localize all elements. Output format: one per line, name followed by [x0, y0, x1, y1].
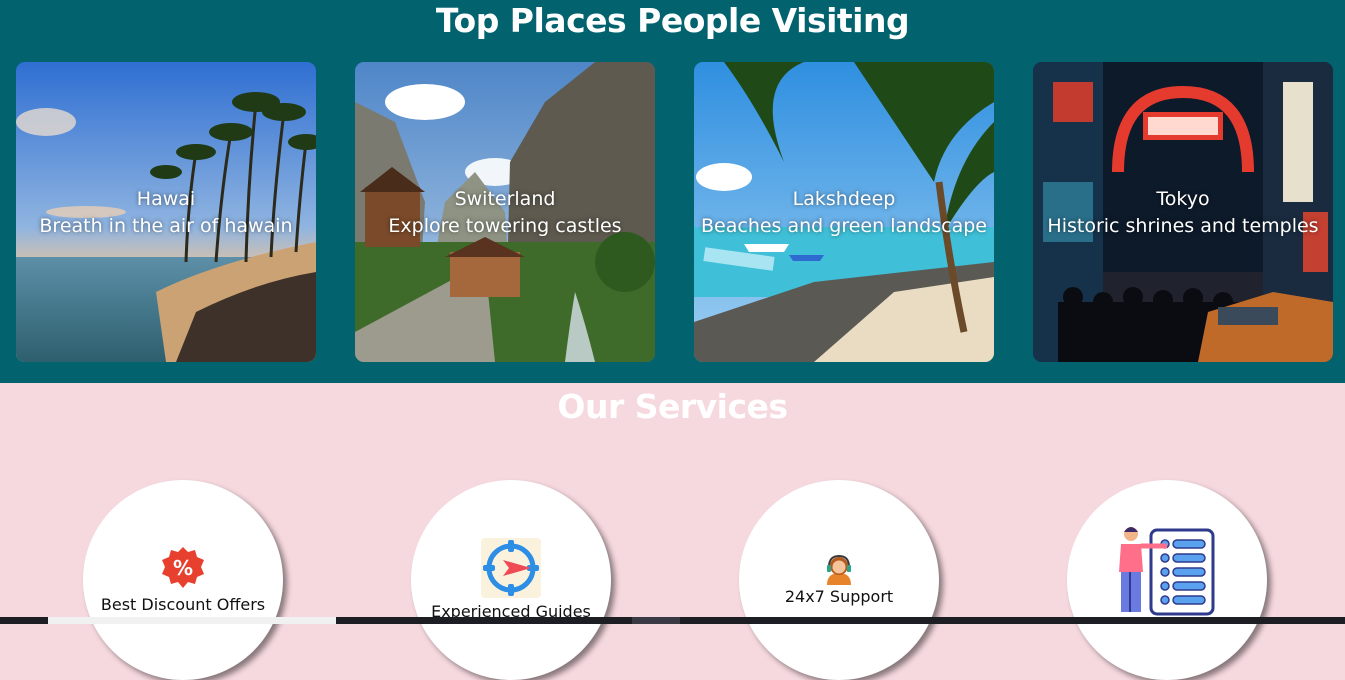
service-card-guides[interactable]: Experienced Guides: [411, 480, 611, 680]
tokyo-street-image: [1033, 62, 1333, 362]
place-description: Explore towering castles: [388, 215, 622, 237]
place-card-lakshdeep[interactable]: Lakshdeep Beaches and green landscape: [694, 62, 994, 362]
taskbar-window-thumbnail[interactable]: [48, 617, 336, 624]
compass-target-icon: [481, 538, 541, 598]
place-card-hawai[interactable]: Hawai Breath in the air of hawain: [16, 62, 316, 362]
place-card-tokyo[interactable]: Tokyo Historic shrines and temples: [1033, 62, 1333, 362]
top-places-heading: Top Places People Visiting: [435, 1, 910, 40]
place-name: Lakshdeep: [792, 188, 896, 210]
service-card-checklist[interactable]: [1067, 480, 1267, 680]
svg-text:%: %: [173, 556, 193, 580]
service-card-discount[interactable]: % Best Discount Offers: [83, 480, 283, 680]
place-name: Hawai: [136, 188, 196, 210]
our-services-heading: Our Services: [557, 387, 788, 426]
switerland-valley-image: [355, 62, 655, 362]
lakshdeep-beach-image: [694, 62, 994, 362]
place-description: Breath in the air of hawain: [39, 215, 293, 237]
place-name: Switerland: [454, 188, 556, 210]
top-places-section: Top Places People Visiting Hawai Breath …: [0, 0, 1345, 383]
place-name: Tokyo: [1156, 188, 1210, 210]
presenter-checklist-icon: [1119, 527, 1215, 616]
bottom-taskbar: [0, 617, 1345, 624]
service-label: 24x7 Support: [784, 587, 894, 606]
service-card-support[interactable]: 24x7 Support: [739, 480, 939, 680]
support-agent-icon: [827, 554, 851, 585]
hawai-beach-image: [16, 62, 316, 362]
place-description: Beaches and green landscape: [701, 215, 987, 237]
place-card-switerland[interactable]: Switerland Explore towering castles: [355, 62, 655, 362]
discount-badge-icon: %: [162, 547, 204, 588]
taskbar-active-item[interactable]: [632, 617, 680, 624]
service-label: Best Discount Offers: [100, 595, 266, 614]
place-description: Historic shrines and temples: [1047, 215, 1319, 237]
